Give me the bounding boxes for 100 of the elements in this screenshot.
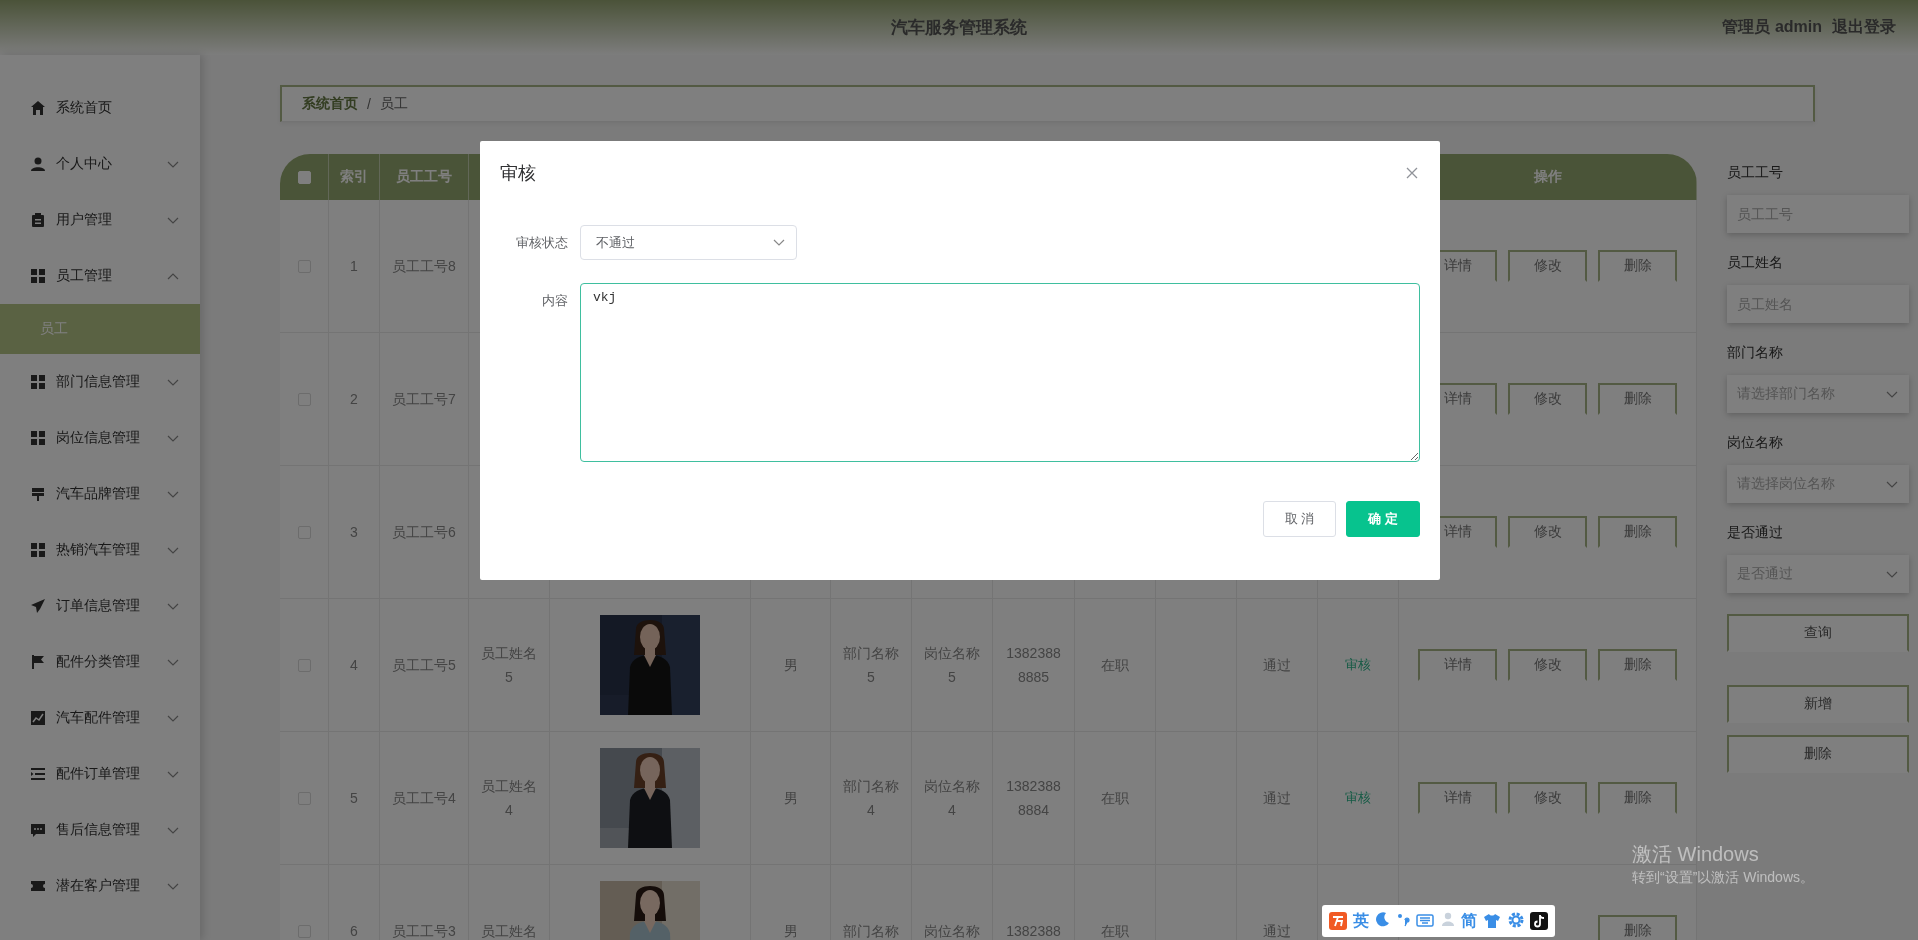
- sidebar-item[interactable]: 潜在客户管理: [0, 858, 200, 914]
- grid-icon: [30, 542, 46, 558]
- table-cell: 员工姓名: [469, 865, 550, 940]
- input-mode-toggle[interactable]: 英: [1353, 910, 1370, 932]
- breadcrumb-link[interactable]: 系统首页: [302, 95, 358, 113]
- chevron-down-icon: [772, 237, 786, 248]
- table-cell: 员工工号6: [380, 466, 469, 598]
- field-label: 是否通过: [1727, 523, 1784, 542]
- edit-button[interactable]: 修改: [1508, 516, 1587, 548]
- sidebar-item[interactable]: 售后信息管理: [0, 802, 200, 858]
- details-button[interactable]: 详情: [1418, 782, 1497, 814]
- keyboard-icon[interactable]: [1416, 912, 1435, 930]
- table-cell: 岗位名称4: [912, 732, 993, 864]
- table-cell: 2: [329, 333, 380, 465]
- table-cell: 在职: [1075, 732, 1156, 864]
- person-icon: [30, 156, 46, 172]
- delete-button[interactable]: 删除: [1598, 383, 1677, 415]
- delete-button[interactable]: 删除: [1598, 915, 1677, 940]
- table-cell: 岗位名称: [912, 865, 993, 940]
- table-cell: 员工工号7: [380, 333, 469, 465]
- breadcrumb-separator: /: [367, 96, 371, 112]
- list-icon: [30, 766, 46, 782]
- table-cell: 男: [751, 599, 831, 731]
- music-note-icon[interactable]: [1529, 912, 1548, 930]
- activation-title: 激活 Windows: [1632, 842, 1760, 867]
- edit-button[interactable]: 修改: [1508, 250, 1587, 282]
- table-cell: 1: [329, 200, 380, 332]
- table-cell: 员工工号5: [380, 599, 469, 731]
- delete-button[interactable]: 删除: [1598, 250, 1677, 282]
- dialog-title: 审核: [500, 162, 536, 185]
- chart-icon: [30, 710, 46, 726]
- field-label: 员工工号: [1727, 163, 1784, 182]
- table-cell: 13823888885: [993, 599, 1075, 731]
- table-cell: 6: [329, 865, 380, 940]
- field-label: 岗位名称: [1727, 433, 1784, 452]
- grid-icon: [30, 430, 46, 446]
- chat-icon: [30, 822, 46, 838]
- close-icon[interactable]: [1406, 167, 1418, 179]
- sidebar-item[interactable]: 用户管理: [0, 192, 200, 248]
- signpost-icon: [30, 486, 46, 502]
- add-button[interactable]: 新增: [1727, 685, 1909, 723]
- table-cell: 员工姓名4: [469, 732, 550, 864]
- shirt-icon[interactable]: [1483, 912, 1502, 930]
- settings-icon[interactable]: [1507, 912, 1524, 930]
- details-button[interactable]: 详情: [1418, 649, 1497, 681]
- table-cell: 1382388: [993, 865, 1075, 940]
- search-button[interactable]: 查询: [1727, 614, 1909, 652]
- sidebar-item[interactable]: 个人中心: [0, 136, 200, 192]
- grid-icon: [30, 374, 46, 390]
- table-cell: 通过: [1237, 599, 1318, 731]
- sidebar-item[interactable]: 系统首页: [0, 80, 200, 136]
- input-mode-toggle[interactable]: 简: [1460, 910, 1477, 932]
- delete-button[interactable]: 删除: [1727, 735, 1909, 773]
- column-header: 员工工号: [380, 154, 469, 200]
- table-cell: 员工工号3: [380, 865, 469, 940]
- sidebar-item[interactable]: 热销汽车管理: [0, 522, 200, 578]
- edit-button[interactable]: 修改: [1508, 782, 1587, 814]
- sidebar-item[interactable]: 汽车配件管理: [0, 690, 200, 746]
- app-logo-icon[interactable]: [1329, 912, 1348, 930]
- delete-button[interactable]: 删除: [1598, 782, 1677, 814]
- review-link[interactable]: 审核: [1345, 653, 1371, 677]
- delete-button[interactable]: 删除: [1598, 649, 1677, 681]
- home-icon: [30, 100, 46, 116]
- sidebar-item[interactable]: 订单信息管理: [0, 578, 200, 634]
- confirm-button[interactable]: 确 定: [1346, 501, 1420, 537]
- table-cell: 在职: [1075, 599, 1156, 731]
- table-cell: 员工工号8: [380, 200, 469, 332]
- sidebar-item[interactable]: 配件分类管理: [0, 634, 200, 690]
- flag-icon: [30, 654, 46, 670]
- cancel-button[interactable]: 取 消: [1263, 501, 1336, 537]
- sidebar-item[interactable]: 部门信息管理: [0, 354, 200, 410]
- select-field[interactable]: 不通过: [580, 225, 797, 260]
- logout-link[interactable]: 退出登录: [1832, 17, 1896, 38]
- table-cell: 在职: [1075, 865, 1156, 940]
- activation-text: 转到“设置”以激活 Windows。: [1632, 868, 1814, 887]
- sidebar-item[interactable]: 岗位信息管理: [0, 410, 200, 466]
- field-label: 员工姓名: [1727, 253, 1784, 272]
- sidebar-item[interactable]: 员工管理: [0, 248, 200, 304]
- edit-button[interactable]: 修改: [1508, 649, 1587, 681]
- column-header: 索引: [329, 154, 380, 200]
- user-name: 管理员 admin: [1722, 17, 1822, 37]
- table-cell: 岗位名称5: [912, 599, 993, 731]
- field-label: 部门名称: [1727, 343, 1784, 362]
- table-cell: 通过: [1237, 865, 1318, 940]
- table-cell: 13823888884: [993, 732, 1075, 864]
- grid-icon: [30, 268, 46, 284]
- ticket-icon: [30, 878, 46, 894]
- table-cell: 通过: [1237, 732, 1318, 864]
- textarea-field[interactable]: vkj: [580, 283, 1420, 462]
- review-link[interactable]: 审核: [1345, 786, 1371, 810]
- table-cell: 5: [329, 732, 380, 864]
- sidebar-item[interactable]: 汽车品牌管理: [0, 466, 200, 522]
- table-cell: 员工姓名5: [469, 599, 550, 731]
- field-label: 审核状态: [515, 234, 568, 252]
- field-label: 内容: [541, 292, 568, 310]
- table-cell: 男: [751, 865, 831, 940]
- delete-button[interactable]: 删除: [1598, 516, 1677, 548]
- paper-plane-icon: [30, 598, 46, 614]
- sidebar-item[interactable]: 配件订单管理: [0, 746, 200, 802]
- edit-button[interactable]: 修改: [1508, 383, 1587, 415]
